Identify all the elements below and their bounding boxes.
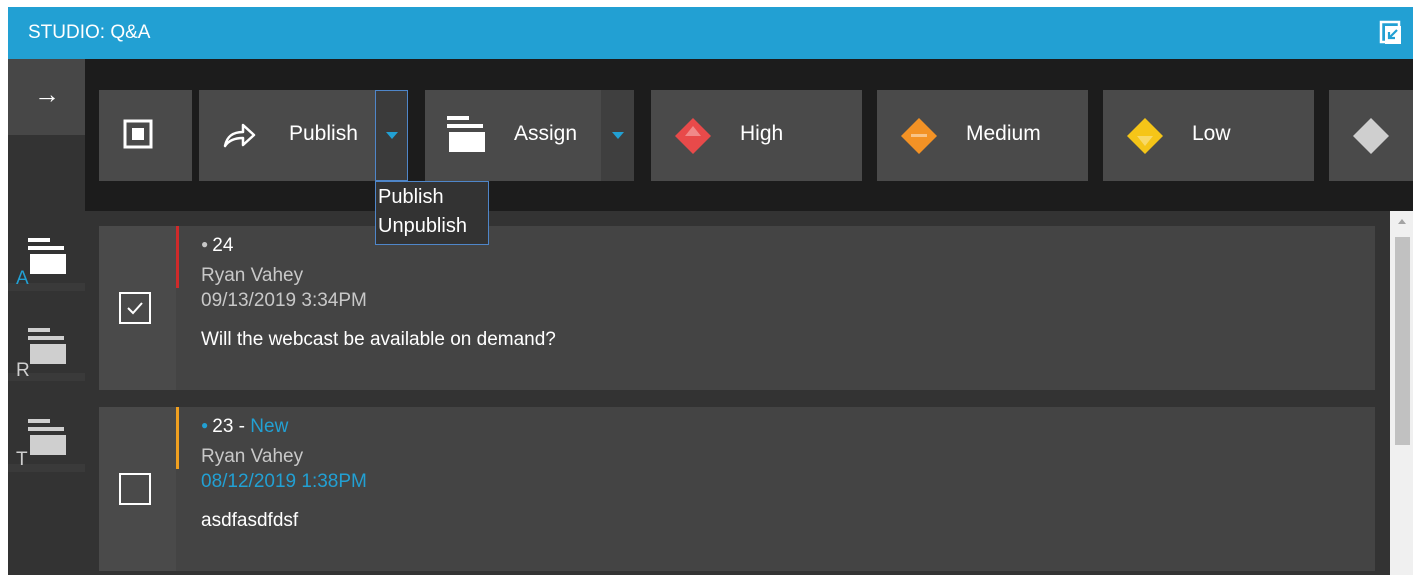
publish-menu: Publish Unpublish xyxy=(375,181,489,245)
scroll-up-icon[interactable] xyxy=(1398,219,1406,224)
chevron-down-icon xyxy=(386,132,398,139)
folder-letter-r: R xyxy=(16,360,30,381)
question-timestamp: 08/12/2019 1:38PM xyxy=(201,471,367,492)
priority-medium-label: Medium xyxy=(966,122,1041,145)
folder-icon xyxy=(28,238,66,274)
priority-low-icon xyxy=(1127,118,1163,154)
side-nav: → A R T xyxy=(8,59,85,575)
priority-high-button[interactable]: High xyxy=(651,90,862,181)
question-checkbox[interactable] xyxy=(119,473,151,505)
question-text: Will the webcast be available on demand? xyxy=(201,329,556,350)
folder-icon xyxy=(447,116,485,152)
question-card[interactable]: ● 23 - New Ryan Vahey 08/12/2019 1:38PM a… xyxy=(99,407,1375,571)
priority-high-icon xyxy=(675,118,711,154)
scrollbar-thumb[interactable] xyxy=(1395,237,1410,445)
folder-trash-button[interactable]: T xyxy=(8,403,85,481)
popout-icon[interactable] xyxy=(1379,20,1403,46)
folder-icon xyxy=(28,419,66,455)
question-text: asdfasdfdsf xyxy=(201,510,299,531)
window-title: STUDIO: Q&A xyxy=(28,22,151,43)
assign-dropdown-toggle[interactable] xyxy=(601,90,634,181)
folder-letter-t: T xyxy=(16,449,28,470)
priority-stripe xyxy=(176,226,179,288)
question-author: Ryan Vahey xyxy=(201,446,304,467)
chevron-down-icon xyxy=(612,132,624,139)
arrow-right-icon: → xyxy=(34,79,60,109)
title-bar: STUDIO: Q&A xyxy=(8,7,1413,59)
assign-button[interactable]: Assign xyxy=(425,90,601,181)
priority-low-button[interactable]: Low xyxy=(1103,90,1314,181)
publish-menu-item[interactable]: Publish xyxy=(378,186,444,209)
priority-low-label: Low xyxy=(1192,122,1231,145)
priority-none-icon xyxy=(1353,118,1389,154)
toolbar: Publish Assign High Medium Low xyxy=(85,59,1413,211)
question-checkbox[interactable] xyxy=(119,292,151,324)
question-id: ● 24 xyxy=(201,235,234,256)
checkmark-icon xyxy=(127,302,143,315)
unpublish-menu-item[interactable]: Unpublish xyxy=(378,215,467,238)
publish-label: Publish xyxy=(289,122,358,145)
collapse-nav-button[interactable]: → xyxy=(8,59,85,135)
share-arrow-icon xyxy=(223,123,256,148)
question-list: ● 24 Ryan Vahey 09/13/2019 3:34PM Will th… xyxy=(85,211,1413,575)
priority-medium-button[interactable]: Medium xyxy=(877,90,1088,181)
folder-rejected-button[interactable]: R xyxy=(8,312,85,390)
question-timestamp: 09/13/2019 3:34PM xyxy=(201,290,367,311)
publish-button[interactable]: Publish xyxy=(199,90,375,181)
priority-medium-icon xyxy=(901,118,937,154)
priority-high-label: High xyxy=(740,122,784,145)
select-all-button[interactable] xyxy=(99,90,192,181)
question-card[interactable]: ● 24 Ryan Vahey 09/13/2019 3:34PM Will th… xyxy=(99,226,1375,390)
question-author: Ryan Vahey xyxy=(201,265,304,286)
qa-window: STUDIO: Q&A → A R T Publish Assign High … xyxy=(8,7,1413,575)
new-badge: New xyxy=(250,416,289,437)
publish-dropdown-toggle[interactable] xyxy=(375,90,408,181)
priority-none-button[interactable] xyxy=(1329,90,1413,181)
folder-answered-button[interactable]: A xyxy=(8,222,85,300)
question-id: ● 23 - New xyxy=(201,416,289,437)
priority-stripe xyxy=(176,407,179,469)
folder-letter-a: A xyxy=(16,268,29,289)
folder-icon xyxy=(28,328,66,364)
scrollbar[interactable] xyxy=(1390,211,1413,575)
select-all-icon xyxy=(123,119,153,149)
assign-label: Assign xyxy=(514,122,578,145)
